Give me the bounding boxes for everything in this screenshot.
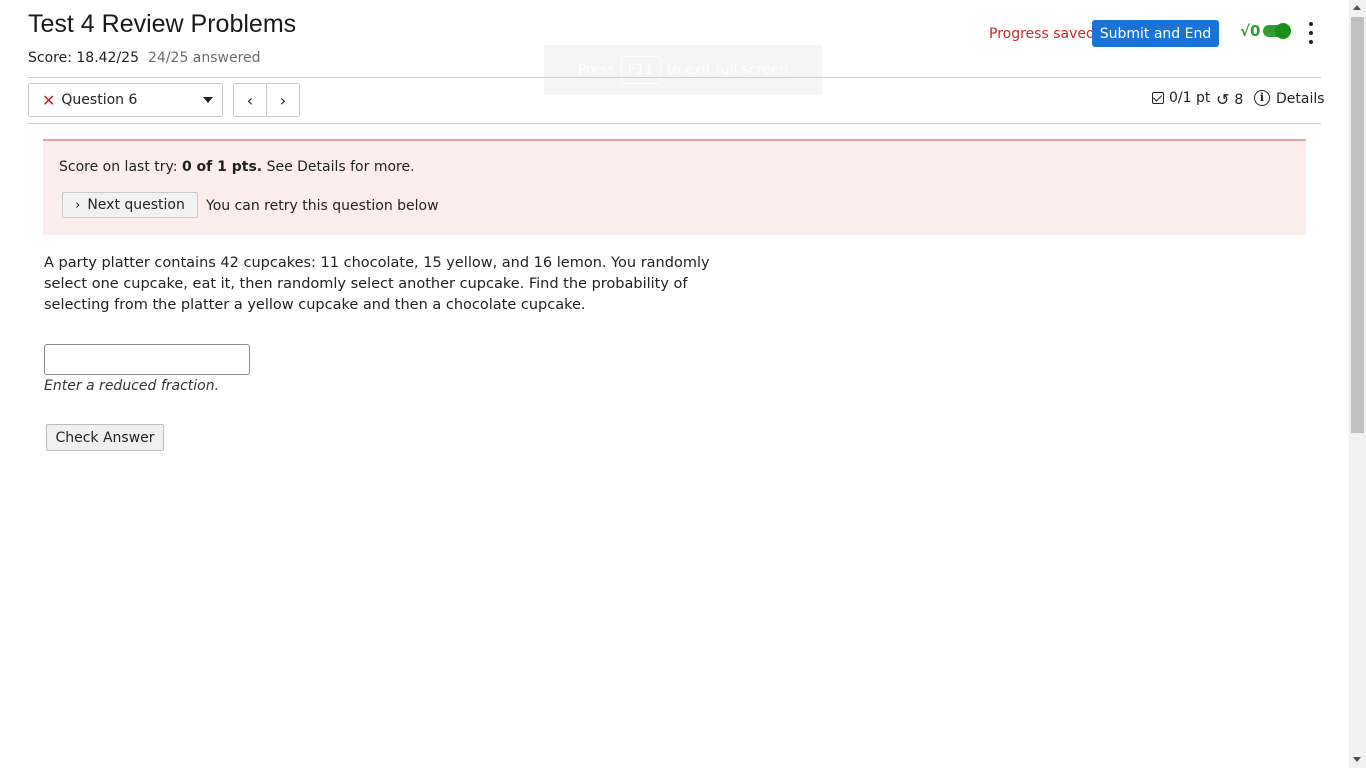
check-answer-button[interactable]: Check Answer [46, 424, 164, 451]
chevron-right-icon: › [75, 197, 81, 213]
retry-icon: ↺ [1216, 90, 1230, 109]
next-question-button[interactable]: › Next question [62, 192, 198, 218]
next-question-label: Next question [87, 197, 185, 213]
alert-score: 0 of 1 pts. [181, 159, 263, 175]
submit-and-end-button[interactable]: Submit and End [1092, 20, 1219, 47]
toast-suffix: to exit full screen [666, 62, 789, 78]
question-select-label: Question 6 [61, 92, 138, 108]
alert-suffix: See Details for more. [262, 159, 415, 175]
answer-hint: Enter a reduced fraction. [44, 378, 220, 394]
points-text: 0/1 pt [1169, 90, 1211, 106]
answered-count: 24/25 answered [148, 50, 261, 66]
toggle-knob [1275, 23, 1292, 39]
last-try-score: Score on last try: 0 of 1 pts. See Detai… [59, 159, 415, 175]
scroll-up-arrow-icon[interactable] [1353, 5, 1361, 10]
answer-input[interactable] [44, 344, 250, 375]
page-title: Test 4 Review Problems [28, 10, 297, 38]
caret-down-icon [203, 97, 213, 103]
toggle-switch[interactable] [1263, 23, 1292, 39]
incorrect-x-icon: ✕ [42, 90, 56, 110]
next-question-arrow-button[interactable]: › [266, 84, 299, 116]
sqrt-icon: √0 [1240, 22, 1261, 40]
fullscreen-toast: Press F11 to exit full screen [544, 45, 822, 95]
question-select[interactable]: ✕ Question 6 [28, 83, 223, 117]
toast-prefix: Press [577, 62, 615, 78]
question-text: A party platter contains 42 cupcakes: 11… [44, 255, 710, 313]
info-icon: i [1254, 89, 1270, 106]
question-nav-group: ‹ › [233, 83, 300, 117]
toast-key: F11 [620, 56, 661, 84]
progress-status: Progress saved [989, 26, 1095, 42]
more-options-icon[interactable] [1301, 22, 1321, 44]
scroll-thumb[interactable] [1351, 17, 1364, 433]
retries-count: 8 [1234, 91, 1244, 108]
nav-divider [28, 123, 1321, 124]
previous-question-button[interactable]: ‹ [234, 84, 266, 116]
alert-prefix: Score on last try: [59, 159, 182, 175]
retry-message: You can retry this question below [206, 198, 439, 214]
checkbox-icon [1152, 92, 1164, 104]
points-indicator: 0/1 pt [1152, 90, 1210, 106]
chevron-left-icon: ‹ [246, 90, 254, 110]
scroll-down-arrow-icon[interactable] [1353, 757, 1361, 762]
chevron-right-icon: › [279, 90, 287, 110]
details-button[interactable]: i Details [1254, 88, 1325, 107]
math-toggle[interactable]: √0 [1240, 22, 1292, 40]
score-text: Score: 18.42/25 [28, 50, 139, 66]
page: Test 4 Review Problems Score: 18.42/25 2… [0, 0, 1349, 768]
header-divider [28, 77, 1321, 78]
score-alert: Score on last try: 0 of 1 pts. See Detai… [43, 139, 1306, 235]
retries-indicator: ↺ 8 [1216, 90, 1243, 109]
details-label: Details [1276, 91, 1325, 107]
